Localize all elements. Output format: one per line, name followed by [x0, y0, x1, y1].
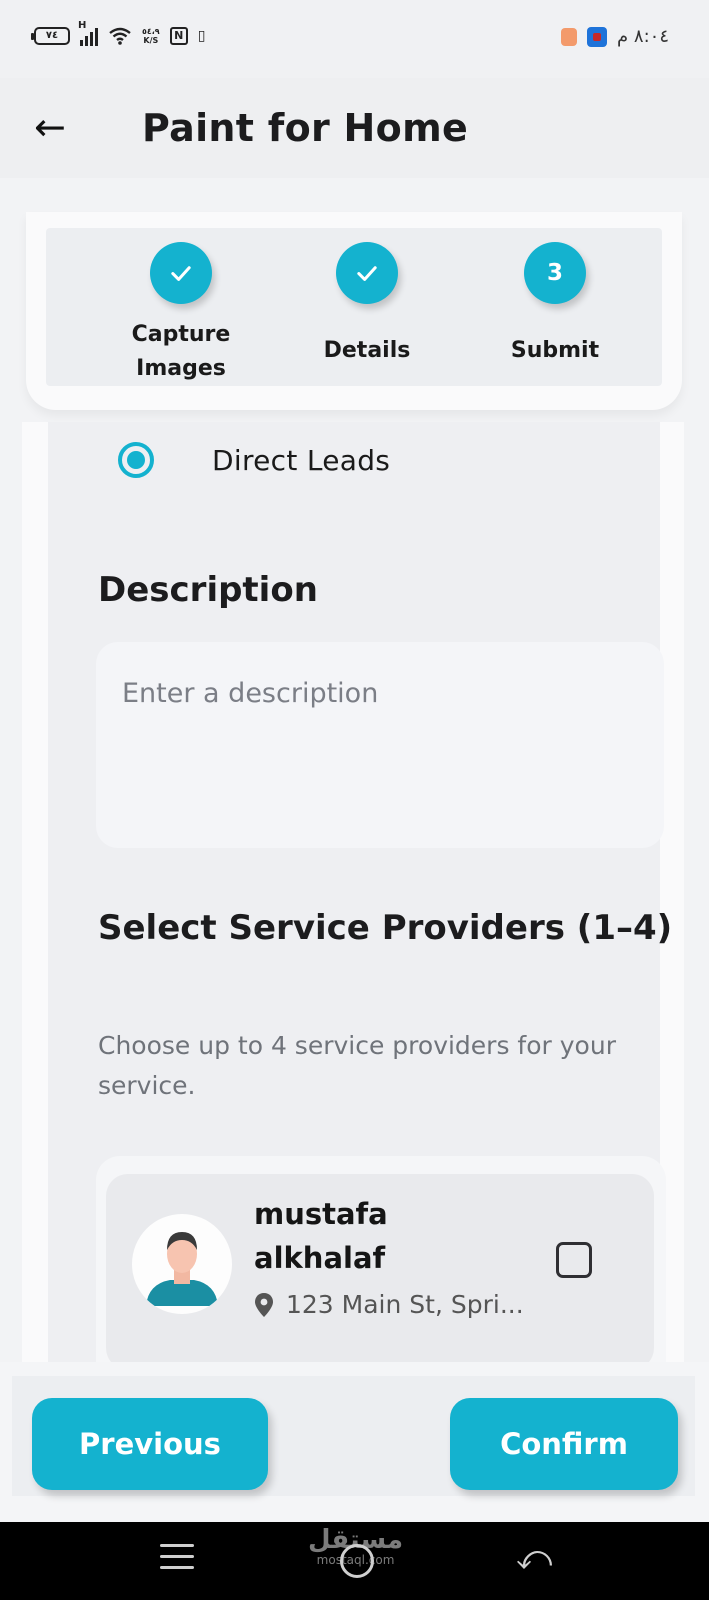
progress-stepper: Capture Images Details 3 Submit — [26, 212, 682, 410]
provider-address: 123 Main St, Spri... — [286, 1290, 524, 1319]
step-label: Details — [323, 338, 411, 363]
step-submit: 3 Submit — [470, 242, 640, 368]
cellular-signal-icon: H — [78, 20, 98, 46]
step-details: Details — [282, 242, 452, 368]
confirm-button[interactable]: Confirm — [450, 1398, 678, 1490]
wifi-icon — [109, 27, 131, 45]
provider-checkbox[interactable] — [556, 1242, 592, 1278]
network-type: H — [78, 20, 87, 31]
provider-name: mustafa alkhalaf — [254, 1197, 388, 1275]
avatar — [132, 1214, 232, 1314]
home-icon[interactable] — [340, 1544, 374, 1578]
step-label: Capture Images — [131, 322, 231, 381]
provider-list: mustafa alkhalaf 123 Main St, Spri... — [96, 1156, 666, 1372]
notification-app-icon — [587, 26, 608, 47]
check-icon — [150, 242, 212, 304]
battery-icon: ٧٤ — [31, 27, 70, 45]
provider-card[interactable]: mustafa alkhalaf 123 Main St, Spri... — [106, 1174, 654, 1370]
radio-button[interactable] — [118, 442, 154, 478]
status-bar: ٧٤ H ٥٤،٩ K/S N ▯ ٨:٠٤ م — [0, 0, 709, 78]
status-icons-left: ٧٤ H ٥٤،٩ K/S N ▯ — [31, 20, 206, 46]
form-panel: Direct Leads Description Select Service … — [22, 422, 684, 1372]
back-nav-icon[interactable]: ⤺ — [516, 1538, 552, 1578]
check-icon — [336, 242, 398, 304]
step-capture-images: Capture Images — [96, 242, 266, 386]
notification-app-icon — [561, 27, 578, 46]
description-input[interactable] — [96, 642, 664, 848]
status-icons-right: ٨:٠٤ م — [561, 26, 669, 47]
radio-label: Direct Leads — [212, 443, 391, 477]
direct-leads-option[interactable]: Direct Leads — [118, 442, 390, 478]
nfc-icon: N — [169, 27, 188, 45]
step-number: 3 — [524, 242, 586, 304]
page-title: Paint for Home — [142, 106, 469, 150]
app-header: ← Paint for Home — [0, 78, 709, 178]
form-content: Direct Leads Description Select Service … — [48, 422, 672, 1372]
recent-apps-icon[interactable] — [160, 1544, 194, 1577]
network-speed: ٥٤،٩ K/S — [142, 27, 160, 45]
system-navigation-bar: مستقل mostaql.com ⤺ — [0, 1522, 709, 1600]
clock: ٨:٠٤ م — [617, 26, 669, 47]
bottom-action-bar: Previous Confirm — [0, 1362, 709, 1522]
stepper-track: Capture Images Details 3 Submit — [46, 228, 662, 386]
description-heading: Description — [98, 570, 318, 610]
service-providers-heading: Select Service Providers (1–4) — [98, 908, 673, 948]
provider-location: 123 Main St, Spri... — [254, 1290, 524, 1319]
step-label: Submit — [510, 338, 600, 363]
service-providers-subtitle: Choose up to 4 service providers for you… — [98, 1031, 616, 1100]
previous-button[interactable]: Previous — [32, 1398, 268, 1490]
location-pin-icon — [254, 1292, 274, 1318]
back-arrow-icon[interactable]: ← — [34, 102, 66, 152]
vibrate-icon: ▯ — [197, 28, 206, 44]
